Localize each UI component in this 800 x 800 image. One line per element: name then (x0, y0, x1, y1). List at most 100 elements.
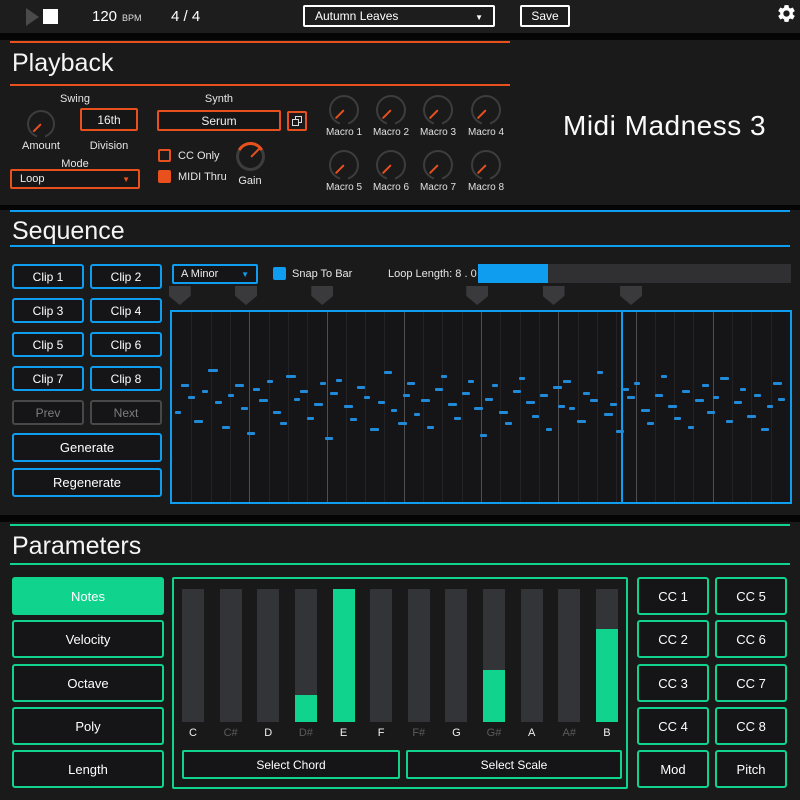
bar-marker[interactable] (168, 286, 191, 305)
note-probability-bar-g[interactable] (445, 589, 468, 722)
bar-marker[interactable] (542, 286, 565, 305)
midi-note (407, 382, 416, 386)
knob-needle-icon (32, 123, 42, 133)
swing-division-box[interactable]: 16th (80, 108, 138, 131)
beat-gridline (210, 312, 212, 502)
cc-3-button[interactable]: CC 3 (637, 664, 709, 702)
note-probability-bar-dsharp[interactable] (294, 589, 317, 722)
clip-8-button[interactable]: Clip 8 (90, 366, 162, 391)
macro-7-knob[interactable] (423, 150, 453, 180)
clip-3-button[interactable]: Clip 3 (12, 298, 84, 323)
swing-amount-knob[interactable] (27, 110, 55, 138)
midi-note (526, 401, 536, 405)
preset-dropdown[interactable]: Autumn Leaves (303, 5, 495, 27)
open-synth-window-icon[interactable] (287, 111, 307, 131)
clip-2-button[interactable]: Clip 2 (90, 264, 162, 289)
midi-note (545, 427, 552, 431)
bar-marker[interactable] (235, 286, 258, 305)
macro-4-knob[interactable] (471, 95, 501, 125)
clip-5-button[interactable]: Clip 5 (12, 332, 84, 357)
midi-note (272, 410, 281, 414)
piano-roll[interactable] (170, 310, 792, 504)
next-clip-button[interactable]: Next (90, 400, 162, 425)
plugin-logo: Midi Madness 3 (563, 110, 767, 141)
loop-length-slider[interactable] (478, 264, 791, 283)
midi-note (413, 412, 420, 416)
cc-2-button[interactable]: CC 2 (637, 620, 709, 658)
cc-7-button[interactable]: CC 7 (715, 664, 787, 702)
midi-note (596, 370, 603, 374)
macro-5-knob[interactable] (329, 150, 359, 180)
clip-6-button[interactable]: Clip 6 (90, 332, 162, 357)
cc-8-button[interactable]: CC 8 (715, 707, 787, 745)
tab-poly[interactable]: Poly (12, 707, 164, 745)
midi-note (498, 410, 508, 414)
midi-note (266, 380, 273, 384)
generate-button[interactable]: Generate (12, 433, 162, 462)
midi-note (772, 382, 782, 386)
note-probability-bar-d[interactable] (257, 589, 280, 722)
settings-gear-icon[interactable] (776, 3, 797, 24)
midi-note (280, 422, 288, 426)
note-probability-bar-asharp[interactable] (558, 589, 581, 722)
midi-note (688, 426, 695, 429)
midi-note (241, 407, 249, 410)
pitch-button[interactable]: Pitch (715, 750, 787, 788)
play-button[interactable] (26, 8, 39, 26)
mode-dropdown[interactable]: Loop (10, 169, 140, 189)
gain-knob[interactable] (236, 142, 265, 171)
midi-note (753, 393, 761, 397)
synth-selector[interactable]: Serum (157, 110, 281, 131)
note-probability-bar-a[interactable] (520, 589, 543, 722)
prev-clip-button[interactable]: Prev (12, 400, 84, 425)
macro-6-knob[interactable] (376, 150, 406, 180)
cc-only-checkbox[interactable] (158, 149, 171, 162)
note-probability-bar-b[interactable] (595, 589, 618, 722)
midi-note (377, 401, 385, 405)
select-scale-button[interactable]: Select Scale (406, 750, 622, 779)
midi-note (370, 427, 380, 431)
cc-1-button[interactable]: CC 1 (637, 577, 709, 615)
tab-octave[interactable]: Octave (12, 664, 164, 702)
save-button[interactable]: Save (520, 5, 570, 27)
note-probability-bar-csharp[interactable] (219, 589, 242, 722)
tab-length[interactable]: Length (12, 750, 164, 788)
key-dropdown[interactable]: A Minor (172, 264, 258, 284)
midi-note (391, 408, 398, 412)
bpm-value[interactable]: 120 (92, 8, 117, 25)
clip-1-button[interactable]: Clip 1 (12, 264, 84, 289)
mod-button[interactable]: Mod (637, 750, 709, 788)
stop-button[interactable] (43, 9, 58, 24)
note-label: E (339, 727, 348, 739)
macro-3-knob[interactable] (423, 95, 453, 125)
bpm-unit-label: BPM (122, 13, 142, 23)
note-probability-bar-fsharp[interactable] (407, 589, 430, 722)
bar-marker[interactable] (311, 286, 334, 305)
snap-to-bar-checkbox[interactable] (273, 267, 286, 280)
note-probability-bar-e[interactable] (332, 589, 355, 722)
note-probability-bar-f[interactable] (370, 589, 393, 722)
clip-7-button[interactable]: Clip 7 (12, 366, 84, 391)
regenerate-button[interactable]: Regenerate (12, 468, 162, 497)
tab-notes[interactable]: Notes (12, 577, 164, 615)
midi-note (421, 399, 431, 403)
note-probability-bar-c[interactable] (182, 589, 204, 722)
macro-2-knob[interactable] (376, 95, 406, 125)
note-probability-bar-gsharp[interactable] (483, 589, 505, 722)
knob-needle-icon (476, 109, 487, 120)
midi-thru-checkbox[interactable] (158, 170, 171, 183)
macro-1-knob[interactable] (329, 95, 359, 125)
tab-velocity[interactable]: Velocity (12, 620, 164, 658)
cc-5-button[interactable]: CC 5 (715, 577, 787, 615)
amount-label: Amount (22, 140, 60, 152)
cc-4-button[interactable]: CC 4 (637, 707, 709, 745)
time-signature[interactable]: 4 / 4 (171, 8, 200, 25)
cc-6-button[interactable]: CC 6 (715, 620, 787, 658)
clip-4-button[interactable]: Clip 4 (90, 298, 162, 323)
beat-gridline (519, 312, 521, 502)
bar-marker[interactable] (466, 286, 489, 305)
bar-marker[interactable] (620, 286, 643, 305)
macro-8-knob[interactable] (471, 150, 501, 180)
select-chord-button[interactable]: Select Chord (182, 750, 400, 779)
bpm-display[interactable]: 120 BPM (92, 8, 142, 26)
